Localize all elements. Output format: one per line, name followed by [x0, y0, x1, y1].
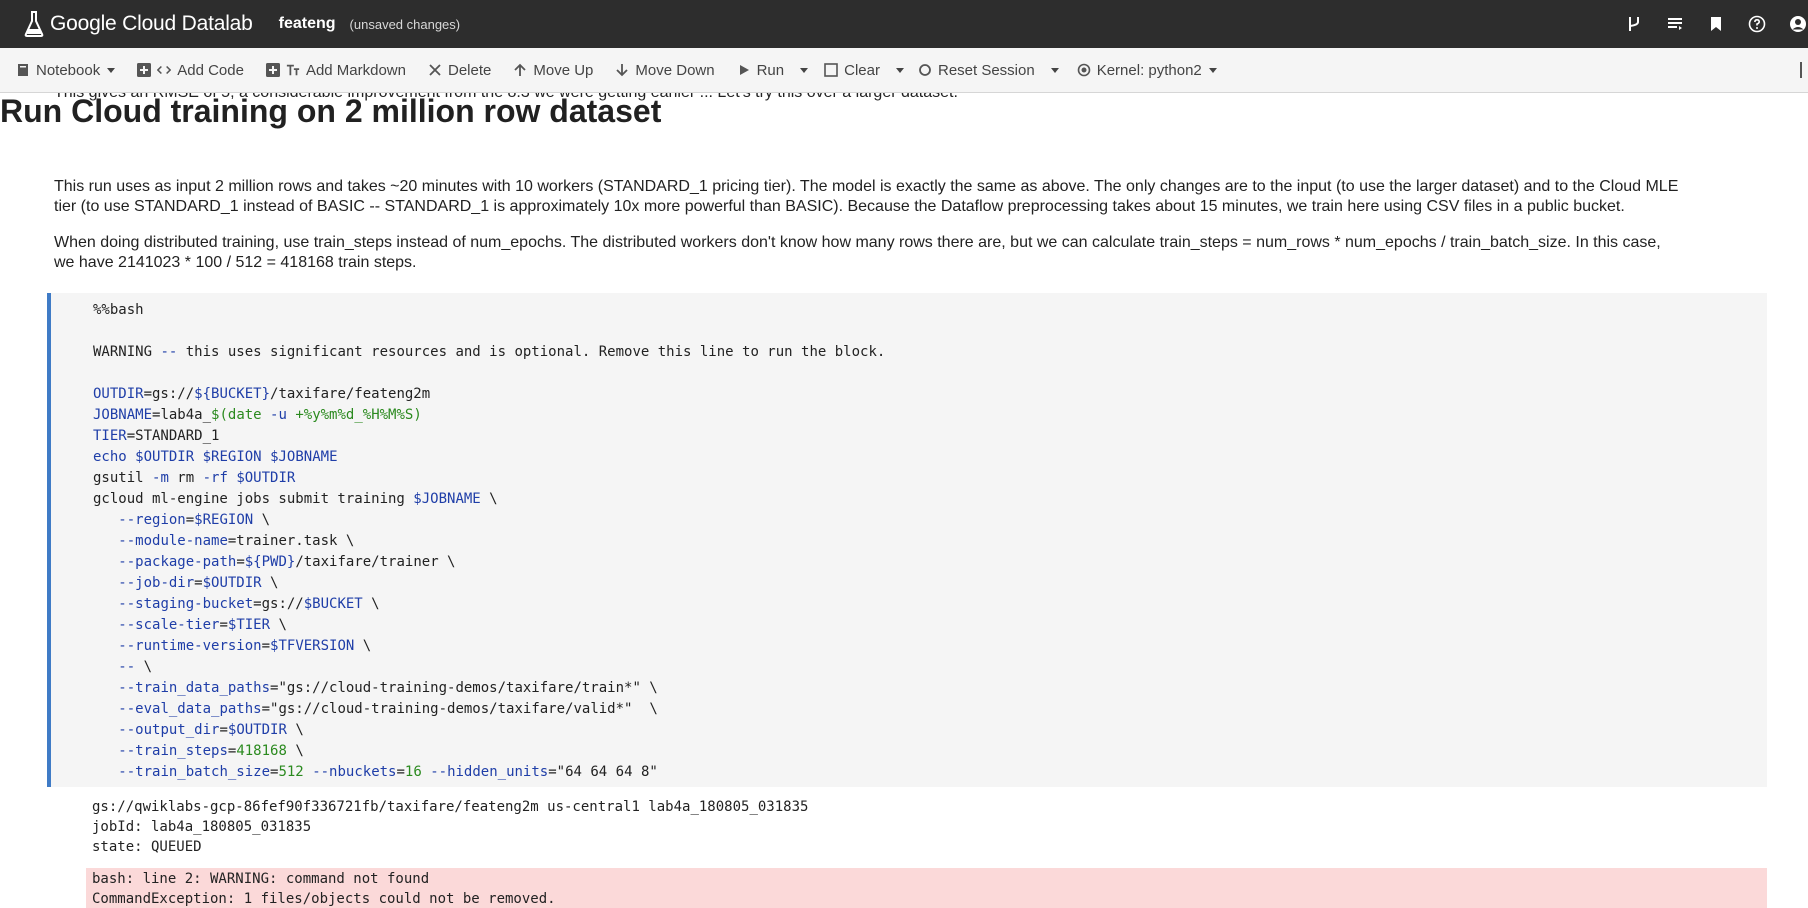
app-brand: Google Cloud Datalab [50, 12, 253, 35]
help-icon[interactable] [1747, 14, 1767, 34]
save-status: (unsaved changes) [349, 16, 461, 32]
code-line: %%bash [93, 302, 144, 318]
paragraph-line: tier (to use STANDARD_1 instead of BASIC… [54, 198, 1625, 215]
delete-button[interactable]: Delete [414, 48, 499, 93]
toolbar-overflow-handle[interactable] [1800, 62, 1808, 78]
datalab-logo-icon [24, 11, 44, 37]
kernel-menu[interactable]: Kernel: python2 [1069, 48, 1225, 93]
add-code-label: Add Code [177, 61, 244, 79]
move-up-button[interactable]: Move Up [499, 48, 601, 93]
code-line: OUTDIR=gs://${BUCKET}/taxifare/feateng2m [93, 386, 431, 402]
code-line: --module-name=trainer.task \ [118, 533, 355, 549]
notebook-menu[interactable]: Notebook [0, 48, 123, 93]
header-icons [1603, 0, 1808, 48]
code-line: --package-path=${PWD}/taxifare/trainer \ [118, 554, 456, 570]
clear-dropdown-icon[interactable] [895, 67, 904, 73]
code-line: --region=$REGION \ [118, 512, 271, 528]
code-line: --job-dir=$OUTDIR \ [118, 575, 279, 591]
add-markdown-label: Add Markdown [305, 61, 406, 79]
reset-session-label: Reset Session [937, 61, 1035, 79]
code-line: WARNING -- this uses significant resourc… [93, 344, 886, 360]
close-icon [429, 64, 441, 76]
bookmark-icon[interactable] [1706, 14, 1726, 34]
cell-output: gs://qwiklabs-gcp-86fef90f336721fb/taxif… [92, 797, 808, 857]
move-down-label: Move Down [635, 61, 715, 79]
arrow-down-icon [616, 64, 629, 77]
run-dropdown-icon[interactable] [800, 67, 809, 73]
branch-icon[interactable] [1624, 14, 1644, 34]
notebook-name[interactable]: feateng [279, 15, 336, 33]
reset-session-button[interactable]: Reset Session [914, 48, 1039, 93]
delete-label: Delete [448, 61, 492, 79]
code-cell[interactable]: %%bash WARNING -- this uses significant … [47, 293, 1767, 787]
error-text: bash: line 2: WARNING: command not found… [92, 869, 556, 908]
add-box-icon [265, 63, 280, 77]
code-line: --output_dir=$OUTDIR \ [118, 722, 304, 738]
arrow-up-icon [514, 63, 526, 76]
markdown-paragraph: This run uses as input 2 million rows an… [54, 177, 1754, 217]
notebook-icon [18, 64, 28, 76]
code-line: gcloud ml-engine jobs submit training $J… [93, 491, 498, 507]
paragraph-line: When doing distributed training, use tra… [54, 234, 1661, 251]
add-markdown-button[interactable]: Add Markdown [252, 48, 414, 93]
add-code-button[interactable]: Add Code [123, 48, 252, 93]
markdown-paragraph: When doing distributed training, use tra… [54, 233, 1754, 273]
output-line: gs://qwiklabs-gcp-86fef90f336721fb/taxif… [92, 799, 809, 815]
code-line: gsutil -m rm -rf $OUTDIR [93, 470, 296, 486]
code-line: --train_steps=418168 \ [118, 743, 304, 759]
paragraph-line: This run uses as input 2 million rows an… [54, 178, 1679, 195]
notebook-toolbar: Notebook Add Code Add Markdown Delete Mo… [0, 48, 1808, 93]
code-line: --train_batch_size=512 --nbuckets=16 --h… [118, 764, 658, 780]
clear-button[interactable]: Clear [818, 48, 884, 93]
move-up-label: Move Up [533, 61, 594, 79]
kernel-label: Kernel: python2 [1096, 61, 1202, 79]
add-box-icon [137, 63, 152, 77]
reset-session-dropdown-icon[interactable] [1050, 67, 1059, 73]
code-icon [157, 65, 172, 75]
run-button[interactable]: Run [723, 48, 789, 93]
account-icon[interactable] [1788, 14, 1808, 34]
text-size-icon [286, 64, 300, 76]
code-line: --staging-bucket=gs://$BUCKET \ [118, 596, 380, 612]
notebook-content[interactable]: This gives an RMSE of 5, a considerable … [0, 93, 1808, 908]
chevron-down-icon [1208, 67, 1217, 73]
code-line: echo $OUTDIR $REGION $JOBNAME [93, 449, 338, 465]
chevron-down-icon [107, 67, 116, 73]
output-line: jobId: lab4a_180805_031835 [92, 819, 312, 835]
circle-icon [919, 64, 931, 76]
play-icon [739, 65, 749, 75]
code-line: --train_data_paths="gs://cloud-training-… [118, 680, 658, 696]
clear-label: Clear [844, 61, 880, 79]
code-line: --eval_data_paths="gs://cloud-training-d… [118, 701, 658, 717]
error-line: CommandException: 1 files/objects could … [92, 891, 556, 907]
code-line: -- \ [118, 659, 153, 675]
paragraph-line: we have 2141023 * 100 / 512 = 418168 tra… [54, 254, 417, 271]
code-line: JOBNAME=lab4a_$(date -u +%y%m%d_%H%M%S) [93, 407, 422, 423]
app-header: Google Cloud Datalab feateng (unsaved ch… [0, 0, 1808, 48]
error-line: bash: line 2: WARNING: command not found [92, 871, 430, 887]
markdown-text: This gives an RMSE of 5, a considerable … [54, 93, 1754, 103]
error-output: bash: line 2: WARNING: command not found… [86, 868, 1767, 908]
notebook-menu-label: Notebook [36, 61, 101, 79]
run-label: Run [756, 61, 785, 79]
move-down-button[interactable]: Move Down [601, 48, 722, 93]
code-line: TIER=STANDARD_1 [93, 428, 220, 444]
code-editor[interactable]: %%bash WARNING -- this uses significant … [93, 300, 885, 783]
code-line: --scale-tier=$TIER \ [118, 617, 287, 633]
output-line: state: QUEUED [92, 839, 202, 855]
code-line: --runtime-version=$TFVERSION \ [118, 638, 372, 654]
list-icon[interactable] [1665, 14, 1685, 34]
checkbox-icon [824, 63, 838, 77]
kernel-icon [1077, 63, 1091, 77]
